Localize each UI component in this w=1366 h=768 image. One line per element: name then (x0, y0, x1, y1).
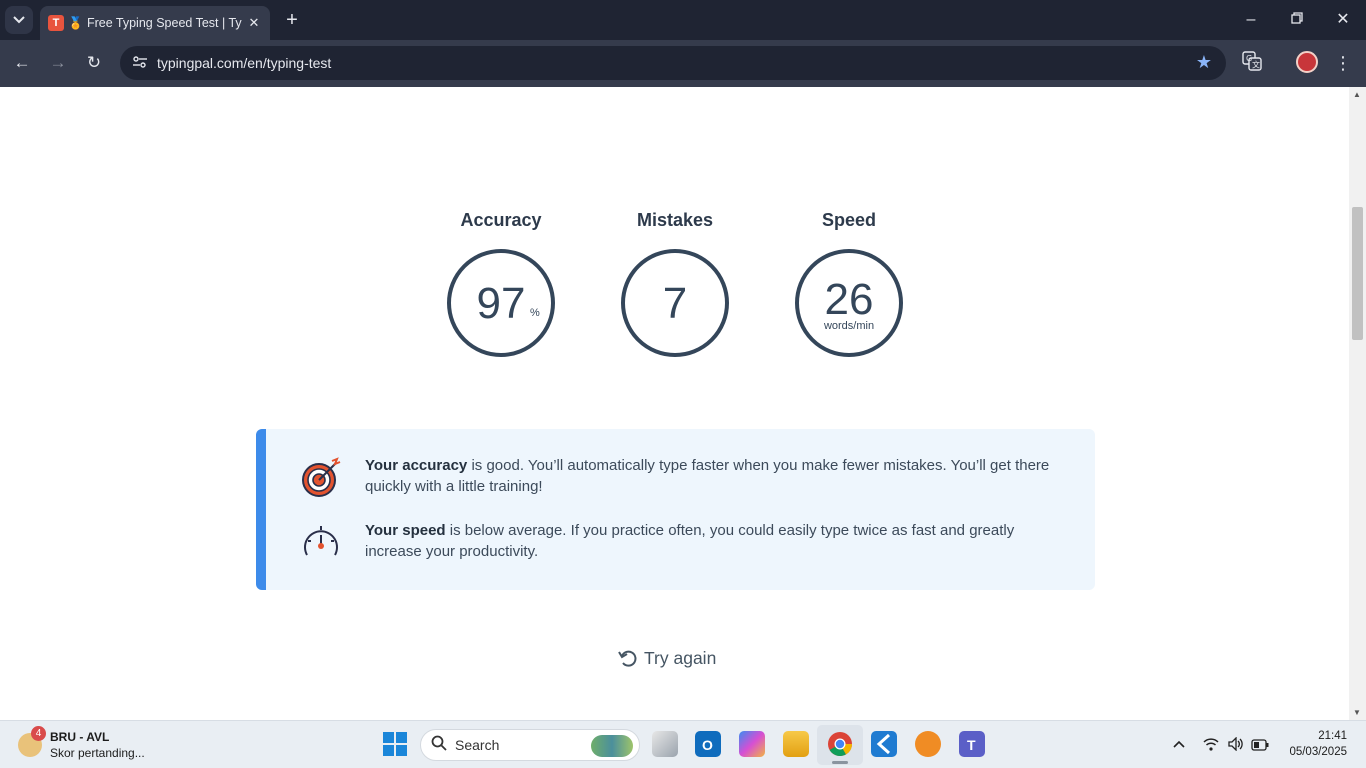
url-text: typingpal.com/en/typing-test (157, 55, 332, 71)
window-close-icon[interactable]: ✕ (1333, 9, 1353, 31)
feedback-panel: Your accuracy is good. You’ll automatica… (256, 429, 1095, 590)
scrollbar-thumb[interactable] (1352, 207, 1363, 340)
speed-label: Speed (821, 210, 877, 230)
accuracy-value: 97 (476, 279, 526, 328)
svg-text:文: 文 (1252, 60, 1260, 70)
address-bar[interactable]: typingpal.com/en/typing-test ★ (120, 46, 1226, 80)
mistakes-ring: 7 (621, 249, 729, 357)
windows-start-icon[interactable] (383, 732, 409, 758)
volume-icon[interactable] (1228, 736, 1244, 754)
mistakes-label: Mistakes (636, 210, 714, 230)
accuracy-feedback-text: is good. You’ll automatically type faste… (365, 457, 1050, 495)
accuracy-feedback: Your accuracy is good. You’ll automatica… (365, 455, 1065, 497)
show-hidden-icons[interactable] (1173, 735, 1185, 751)
mistakes-value: 7 (662, 279, 688, 328)
target-icon (300, 457, 342, 499)
search-highlight-image (591, 735, 633, 757)
speed-ring: 26 words/min (795, 249, 903, 357)
page-content: Accuracy 97 % Mistakes 7 Speed 26 words/… (0, 87, 1349, 720)
mistakes-stat: Mistakes 7 (615, 207, 735, 357)
copilot-icon[interactable] (739, 731, 765, 757)
accuracy-stat: Accuracy 97 % (441, 207, 561, 357)
reload-icon[interactable]: ↻ (83, 52, 105, 74)
wifi-icon[interactable] (1203, 737, 1219, 754)
speed-value: 26 (824, 275, 874, 324)
search-icon (431, 735, 447, 756)
accuracy-label: Accuracy (460, 210, 542, 230)
speed-feedback: Your speed is below average. If you prac… (365, 520, 1065, 562)
profile-avatar[interactable] (1296, 51, 1320, 75)
menu-icon[interactable]: ⋮ (1333, 51, 1353, 75)
speedometer-icon (300, 522, 342, 564)
widget-title: BRU - AVL (50, 730, 110, 744)
translate-icon[interactable]: G文 (1240, 51, 1264, 75)
accuracy-unit: % (530, 307, 540, 319)
avatar (1296, 51, 1318, 73)
speed-feedback-text: is below average. If you practice often,… (365, 522, 1015, 560)
windows-taskbar: 4 BRU - AVL Skor pertanding... Search O (0, 720, 1366, 768)
svg-text:O: O (702, 737, 713, 753)
clock-time: 21:41 (1318, 730, 1347, 742)
task-view-icon[interactable] (652, 731, 678, 757)
close-icon[interactable]: ✕ (246, 15, 262, 31)
typingpal-favicon: T (48, 15, 64, 31)
speed-unit: words/min (823, 320, 875, 332)
taskbar-search[interactable]: Search (420, 729, 640, 761)
news-widget[interactable]: 4 BRU - AVL Skor pertanding... (18, 726, 145, 761)
outlook-icon[interactable]: O (695, 731, 721, 757)
feedback-accent-bar (256, 429, 266, 590)
teams-icon[interactable]: T (959, 731, 985, 757)
soccer-ball-icon: 4 (18, 726, 46, 757)
speed-stat: Speed 26 words/min (789, 207, 909, 357)
medal-icon: 🏅 (68, 16, 83, 30)
clock-date: 05/03/2025 (1289, 746, 1347, 758)
file-explorer-icon[interactable] (783, 731, 809, 757)
minimize-icon[interactable]: – (1241, 9, 1261, 31)
back-icon[interactable]: ← (11, 52, 33, 74)
forward-icon[interactable]: → (47, 52, 69, 74)
page-scrollbar[interactable]: ▲ ▼ (1349, 87, 1366, 720)
app-orange-icon[interactable] (915, 731, 941, 757)
tab-list-icon[interactable] (5, 6, 33, 34)
search-label: Search (455, 737, 500, 753)
notification-badge: 4 (31, 726, 46, 741)
chrome-icon[interactable] (827, 731, 853, 757)
active-app-indicator (832, 761, 848, 764)
refresh-icon (618, 650, 637, 667)
tab-title: Free Typing Speed Test | Typing Pal (86, 16, 242, 30)
try-again-label: Try again (644, 647, 717, 668)
battery-icon[interactable] (1251, 738, 1269, 754)
speed-feedback-bold: Your speed (365, 522, 446, 539)
browser-toolbar: ← → ↻ typingpal.com/en/typing-test ★ G文 … (0, 40, 1366, 87)
tab-bar: T 🏅 Free Typing Speed Test | Typing Pal … (0, 0, 1366, 40)
scroll-down-icon[interactable]: ▼ (1353, 708, 1361, 717)
active-tab[interactable]: T 🏅 Free Typing Speed Test | Typing Pal … (40, 6, 270, 40)
svg-text:T: T (967, 737, 976, 753)
system-clock[interactable]: 21:41 05/03/2025 (1289, 728, 1347, 760)
vscode-icon[interactable] (871, 731, 897, 757)
restore-icon[interactable] (1287, 9, 1307, 31)
accuracy-feedback-bold: Your accuracy (365, 457, 468, 474)
try-again-button[interactable]: Try again (617, 646, 716, 670)
star-icon[interactable]: ★ (1196, 52, 1212, 73)
accuracy-ring: 97 % (447, 249, 555, 357)
new-tab-button[interactable]: + (282, 9, 302, 31)
widget-subtitle: Skor pertanding... (50, 746, 145, 760)
site-info-icon[interactable] (124, 55, 156, 72)
scroll-up-icon[interactable]: ▲ (1353, 90, 1361, 99)
